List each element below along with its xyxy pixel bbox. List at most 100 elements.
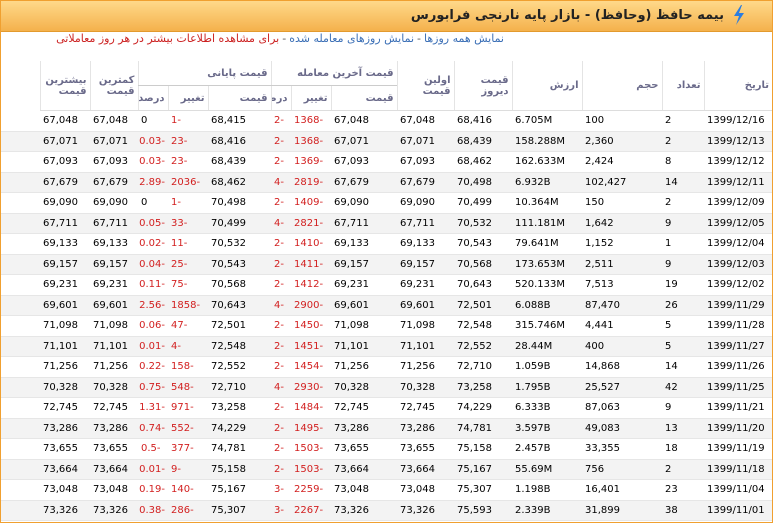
cell-value: 6.333B	[512, 397, 582, 419]
table-row[interactable]: 1399/11/18 2 756 55.69M 75,167 73,664 73,664 -1…	[1, 459, 772, 480]
cell-value: 28.44M	[512, 336, 582, 357]
cell-min: 67,048	[90, 110, 138, 132]
cell-yesterday: 70,643	[454, 274, 512, 296]
table-row[interactable]: 1399/11/04 23 16,401 1.198B 75,307 73,048 73,0…	[1, 479, 772, 501]
cell-last-change: -1503	[291, 459, 331, 480]
cell-count: 9	[662, 397, 704, 419]
col-first[interactable]: اولین قیمت	[396, 61, 454, 111]
cell-close-price: 75,307	[208, 500, 271, 521]
cell-close-price: 72,501	[208, 315, 271, 337]
cell-last-change: -2930	[291, 377, 331, 398]
cell-value: 79.641M	[512, 233, 582, 255]
table-row[interactable]: 1399/12/02 19 7,513 520.133M 70,643 69,231 69,…	[1, 274, 772, 296]
cell-close-change: -2036	[168, 172, 208, 193]
row-padding	[1, 500, 40, 521]
cell-volume: 400	[582, 336, 662, 357]
cell-first: 72,745	[397, 397, 454, 419]
cell-yesterday: 74,229	[454, 397, 512, 419]
table-row[interactable]: 1399/11/27 5 400 28.44M 72,552 71,101 71,101 -1…	[1, 336, 772, 357]
table-row[interactable]: 1399/11/26 14 14,868 1.059B 72,710 71,256 71,2…	[1, 356, 772, 378]
cell-yesterday: 70,498	[454, 172, 512, 193]
show-all-days-link[interactable]: نمایش همه روزها	[424, 32, 504, 45]
cell-count: 19	[662, 274, 704, 296]
table-row[interactable]: 1399/11/29 26 87,470 6.088B 72,501 69,601 69,6…	[1, 295, 772, 316]
cell-volume: 100	[582, 110, 662, 132]
cell-yesterday: 75,593	[454, 500, 512, 521]
cell-last-percent: -4	[271, 377, 291, 398]
cell-volume: 2,360	[582, 131, 662, 152]
cell-close-change: -286	[168, 500, 208, 521]
col-count[interactable]: تعداد	[661, 61, 704, 111]
cell-last-price: 67,048	[331, 110, 397, 132]
cell-last-change: -1368	[291, 131, 331, 152]
cell-max: 69,090	[40, 192, 90, 214]
table-row[interactable]: 1399/11/28 5 4,441 315.746M 72,548 71,098 71,0…	[1, 315, 772, 337]
col-max[interactable]: بیشترین قیمت	[39, 61, 90, 111]
cell-first: 70,328	[397, 377, 454, 398]
cell-close-percent: -2.56	[138, 295, 168, 316]
table-row[interactable]: 1399/12/03 9 2,511 173.653M 70,568 69,157 69,1…	[1, 254, 772, 275]
row-padding	[1, 377, 40, 398]
cell-close-percent: -0.02	[138, 233, 168, 255]
cell-close-percent: -0.05	[138, 213, 168, 234]
cell-close-price: 70,643	[208, 295, 271, 316]
cell-last-percent: -2	[271, 397, 291, 419]
col-last-change[interactable]: تغییر	[290, 85, 331, 111]
cell-max: 69,157	[40, 254, 90, 275]
col-volume[interactable]: حجم	[581, 61, 662, 111]
table-row[interactable]: 1399/11/21 9 87,063 6.333B 74,229 72,745 72,74…	[1, 397, 772, 419]
row-padding	[1, 295, 40, 316]
cell-last-price: 73,664	[331, 459, 397, 480]
cell-volume: 2,511	[582, 254, 662, 275]
col-close-price[interactable]: قیمت	[207, 85, 271, 111]
col-yesterday[interactable]: قیمت دیروز	[453, 61, 512, 111]
col-date[interactable]: تاریخ	[703, 61, 772, 111]
col-value[interactable]: ارزش	[511, 61, 582, 111]
cell-last-change: -1409	[291, 192, 331, 214]
cell-last-percent: -2	[271, 274, 291, 296]
cell-yesterday: 68,416	[454, 110, 512, 132]
table-row[interactable]: 1399/12/05 9 1,642 111.181M 70,532 67,711 67,7…	[1, 213, 772, 234]
links-separator: -	[417, 32, 421, 45]
col-min[interactable]: کمترین قیمت	[89, 61, 138, 111]
cell-volume: 7,513	[582, 274, 662, 296]
table-row[interactable]: 1399/12/11 14 102,427 6.932B 70,498 67,679 67,…	[1, 172, 772, 193]
cell-volume: 87,063	[582, 397, 662, 419]
cell-value: 2.339B	[512, 500, 582, 521]
cell-date: 1399/11/29	[704, 295, 772, 316]
cell-last-percent: -2	[271, 131, 291, 152]
cell-yesterday: 72,548	[454, 315, 512, 337]
table-row[interactable]: 1399/12/04 1 1,152 79.641M 70,543 69,133 69,13…	[1, 233, 772, 255]
cell-first: 71,256	[397, 356, 454, 378]
table-row[interactable]: 1399/12/09 2 150 10.364M 70,499 69,090 69,090-…	[1, 192, 772, 214]
cell-max: 71,256	[40, 356, 90, 378]
cell-yesterday: 68,462	[454, 151, 512, 173]
cell-first: 69,157	[397, 254, 454, 275]
cell-last-percent: -2	[271, 418, 291, 439]
cell-count: 2	[662, 110, 704, 132]
cell-yesterday: 73,258	[454, 377, 512, 398]
cell-min: 73,664	[90, 459, 138, 480]
cell-volume: 49,083	[582, 418, 662, 439]
table-row[interactable]: 1399/11/25 42 25,527 1.795B 73,258 70,328 70,3…	[1, 377, 772, 398]
show-traded-days-link[interactable]: نمایش روزهای معامله شده	[289, 32, 414, 45]
col-last-price[interactable]: قیمت	[330, 85, 397, 111]
table-row[interactable]: 1399/12/16 2 100 6.705M 68,416 67,048 67,048 -1…	[1, 110, 772, 132]
row-padding	[1, 192, 40, 214]
col-close-percent[interactable]: درصد	[137, 85, 168, 111]
cell-last-change: -1484	[291, 397, 331, 419]
history-table: تاریخ تعداد حجم ارزش قیمت دیروز اولین قی…	[1, 49, 772, 522]
cell-min: 71,101	[90, 336, 138, 357]
table-row[interactable]: 1399/11/19 18 33,355 2.457B 75,158 73,655 73,6…	[1, 438, 772, 460]
cell-first: 69,133	[397, 233, 454, 255]
table-row[interactable]: 1399/11/20 13 49,083 3.597B 74,781 73,286 73,2…	[1, 418, 772, 439]
table-row[interactable]: 1399/12/13 2 2,360 158.288M 68,439 67,071 67,0…	[1, 131, 772, 152]
cell-first: 71,098	[397, 315, 454, 337]
cell-max: 69,133	[40, 233, 90, 255]
cell-count: 13	[662, 418, 704, 439]
table-row[interactable]: 1399/11/01 38 31,899 2.339B 75,593 73,326 73,3…	[1, 500, 772, 521]
col-last-percent[interactable]: درصد	[270, 85, 291, 111]
cell-value: 3.597B	[512, 418, 582, 439]
col-close-change[interactable]: تغییر	[167, 85, 208, 111]
table-row[interactable]: 1399/12/12 8 2,424 162.633M 68,462 67,093 67,0…	[1, 151, 772, 173]
